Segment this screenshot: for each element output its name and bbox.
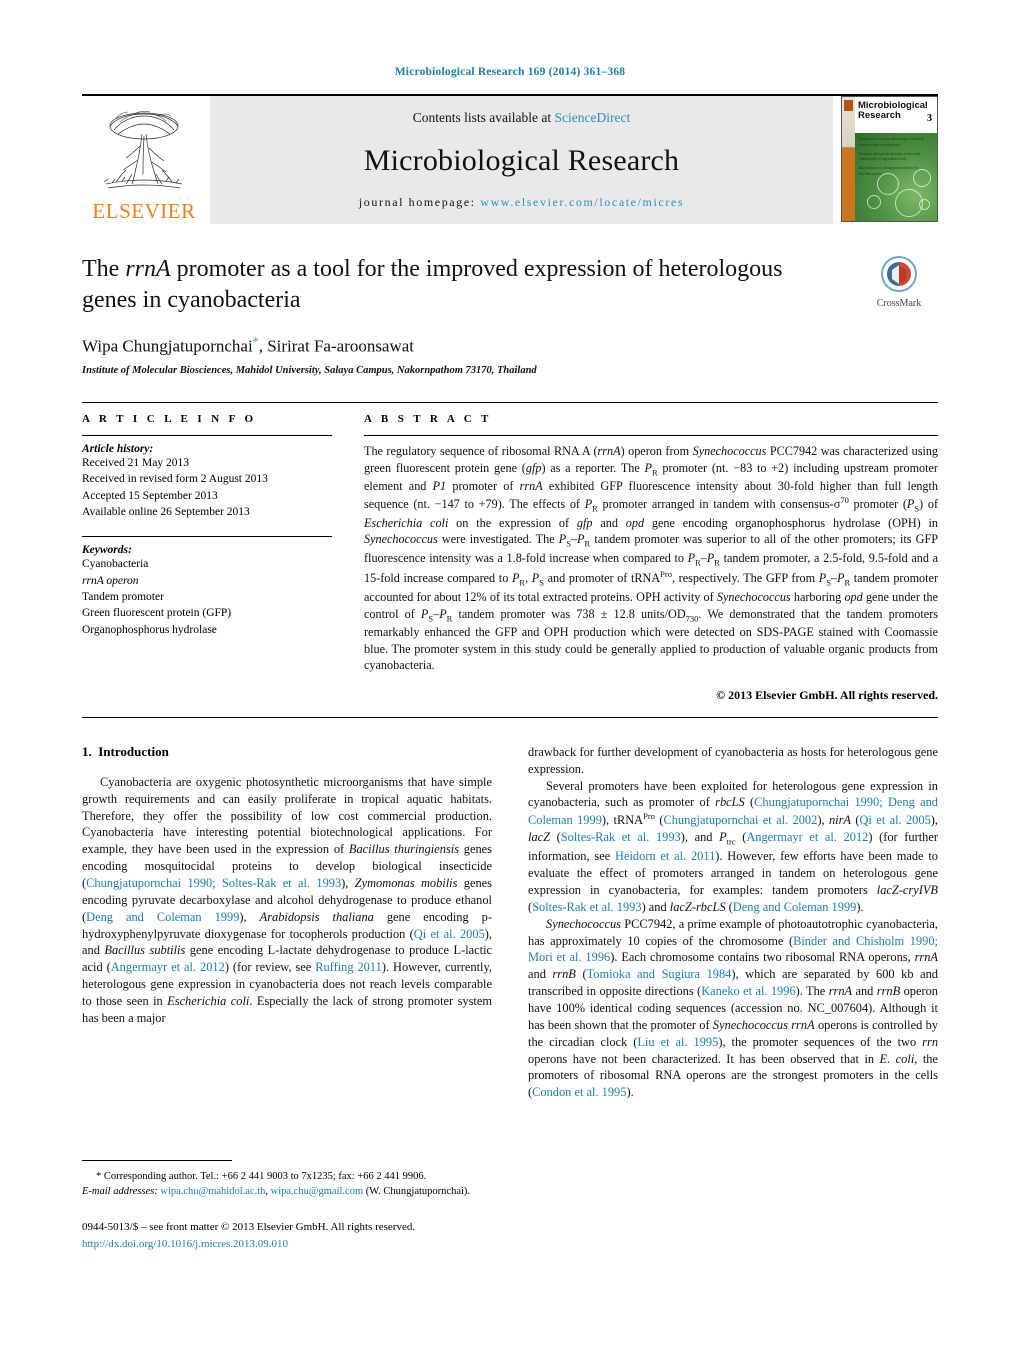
crossmark-icon — [881, 256, 917, 292]
citation-link[interactable]: Ruffing 2011 — [315, 960, 382, 974]
email-attribution: (W. Chungjatupornchai). — [365, 1186, 471, 1198]
abstract-heading: A B S T R A C T — [364, 413, 492, 426]
elsevier-tree-icon — [103, 111, 183, 189]
article-info-heading: A R T I C L E I N F O — [82, 413, 257, 426]
citation-link[interactable]: Qi et al. 2005 — [414, 927, 485, 941]
keyword-item: Tandem promoter — [82, 591, 164, 603]
title-italic-gene: rrnA — [125, 256, 171, 282]
homepage-prefix: journal homepage: — [358, 195, 481, 209]
info-abstract-section: A R T I C L E I N F O Article history: R… — [82, 402, 938, 703]
cover-bullet: Structure and genetic diversity of bacte… — [859, 151, 921, 162]
history-item: Received 21 May 2013 — [82, 457, 189, 470]
corresponding-author-text: Corresponding author. Tel.: +66 2 441 90… — [103, 1171, 427, 1182]
body-column-right: drawback for further development of cyan… — [528, 744, 938, 1101]
elsevier-wordmark: ELSEVIER — [92, 199, 196, 223]
journal-cover-thumbnail: Microbiological Research 3 Regulation of… — [841, 96, 938, 222]
keyword-item: rrnA operon — [82, 574, 139, 587]
title-part-1: The — [82, 256, 126, 282]
cover-issue-number: 3 — [927, 113, 932, 124]
keyword-item: Organophosphorus hydrolase — [82, 623, 217, 636]
homepage-link[interactable]: www.elsevier.com/locate/micres — [480, 195, 684, 209]
section-title: Introduction — [98, 743, 169, 759]
history-item: Accepted 15 September 2013 — [82, 489, 218, 502]
running-head: Microbiological Research 169 (2014) 361–… — [394, 66, 626, 78]
contents-prefix: Contents lists available at — [412, 110, 555, 125]
affiliation: Institute of Molecular Biosciences, Mahi… — [82, 365, 537, 377]
cover-bullet: Biosynthesis of antifungal metabolites b… — [859, 166, 919, 176]
citation-link[interactable]: Soltes-Rak et al. 1993 — [532, 900, 641, 914]
author-secondary: , Sirirat Fa-aroonsawat — [258, 337, 415, 357]
keyword-item: Cyanobacteria — [82, 558, 149, 571]
cover-bullet-list: Regulation of carbon and nitrogen fixati… — [859, 137, 931, 181]
keyword-item: Green fluorescent protein (GFP) — [82, 607, 232, 620]
author-primary: Wipa Chungjatupornchai — [82, 337, 253, 357]
divider — [82, 435, 332, 437]
citation-link[interactable]: Liu et al. 1995 — [637, 1035, 718, 1049]
divider — [82, 536, 332, 538]
section-number: 1. — [82, 743, 92, 759]
title-block: The rrnA promoter as a tool for the impr… — [82, 254, 938, 376]
footnote-divider — [82, 1160, 232, 1161]
footnote-marker: * — [96, 1171, 102, 1182]
divider — [364, 435, 938, 437]
keywords-label: Keywords: — [82, 544, 132, 557]
paragraph: drawback for further development of cyan… — [528, 744, 938, 776]
issn-line: 0944-5013/$ – see front matter © 2013 El… — [82, 1221, 416, 1234]
email-link-primary[interactable]: wipa.chu@mahidol.ac.th — [160, 1186, 265, 1197]
corresponding-author-note: * Corresponding author. Tel.: +66 2 441 … — [82, 1171, 471, 1198]
citation-link[interactable]: Binder and Chisholm 1990; Mori et al. 19… — [528, 934, 938, 965]
journal-masthead: ELSEVIER Contents lists available at Sci… — [82, 94, 938, 224]
paragraph: Synechococcus PCC7942, a prime example o… — [528, 916, 939, 1100]
citation-link[interactable]: Condon et al. 1995 — [532, 1085, 626, 1099]
cover-title: Microbiological Research — [858, 100, 928, 121]
journal-title: Microbiological Research — [363, 143, 680, 177]
abstract-text: The regulatory sequence of ribosomal RNA… — [364, 444, 939, 673]
citation-link[interactable]: Chungjatupornchai et al. 2002 — [663, 813, 817, 827]
citation-link[interactable]: Deng and Coleman 1999 — [86, 910, 239, 924]
history-item: Received in revised form 2 August 2013 — [82, 473, 268, 486]
cover-bullet: Regulation of carbon and nitrogen fixati… — [859, 137, 925, 147]
contents-available-line: Contents lists available at ScienceDirec… — [413, 110, 630, 126]
page-title: The rrnA promoter as a tool for the impr… — [82, 254, 788, 316]
citation-link[interactable]: Heidorn et al. 2011 — [615, 849, 715, 863]
email-link-secondary[interactable]: wipa.chu@gmail.com — [271, 1186, 363, 1197]
citation-link[interactable]: Angermayr et al. 2012 — [746, 830, 868, 844]
article-info-column: A R T I C L E I N F O Article history: R… — [82, 413, 356, 703]
issn-copyright-block: 0944-5013/$ – see front matter © 2013 El… — [82, 1219, 500, 1252]
article-body: 1. Introduction Cyanobacteria are oxygen… — [82, 744, 938, 1101]
paragraph: Cyanobacteria are oxygenic photosyntheti… — [82, 774, 493, 1025]
author-list: Wipa Chungjatupornchai*, Sirirat Fa-aroo… — [82, 334, 938, 357]
citation-link[interactable]: Tomioka and Sugiura 1984 — [587, 967, 732, 981]
footnote-block: * Corresponding author. Tel.: +66 2 441 … — [82, 1160, 500, 1252]
crossmark-badge[interactable]: CrossMark — [860, 256, 938, 309]
abstract-column: A B S T R A C T The regulatory sequence … — [356, 413, 938, 703]
body-column-left: 1. Introduction Cyanobacteria are oxygen… — [82, 744, 492, 1101]
email-label: E-mail addresses: — [82, 1186, 158, 1198]
contents-box: Contents lists available at ScienceDirec… — [210, 96, 833, 224]
title-part-2: promoter as a tool for the improved expr… — [82, 256, 783, 314]
article-history-label: Article history: — [82, 443, 154, 456]
section-heading-introduction: 1. Introduction — [82, 744, 492, 760]
journal-homepage-line: journal homepage: www.elsevier.com/locat… — [359, 195, 684, 210]
citation-link[interactable]: Soltes-Rak et al. 1993 — [561, 830, 681, 844]
article-page: Microbiological Research 169 (2014) 361–… — [0, 0, 1020, 1351]
citation-link[interactable]: Deng and Coleman 1999 — [733, 900, 857, 914]
divider — [82, 716, 938, 718]
elsevier-logo: ELSEVIER — [82, 96, 206, 224]
doi-link[interactable]: http://dx.doi.org/10.1016/j.micres.2013.… — [82, 1236, 500, 1253]
paragraph: Several promoters have been exploited fo… — [528, 778, 939, 914]
citation-link[interactable]: Angermayr et al. 2012 — [111, 960, 225, 974]
citation-link[interactable]: Chungjatupornchai 1990; Soltes-Rak et al… — [86, 876, 341, 890]
abstract-copyright: © 2013 Elsevier GmbH. All rights reserve… — [716, 687, 938, 702]
history-item: Available online 26 September 2013 — [82, 506, 250, 519]
citation-link[interactable]: Kaneko et al. 1996 — [701, 984, 795, 998]
cover-spine — [842, 97, 855, 221]
sciencedirect-link[interactable]: ScienceDirect — [555, 110, 631, 125]
crossmark-label: CrossMark — [876, 298, 922, 309]
citation-link[interactable]: Qi et al. 2005 — [859, 813, 930, 827]
